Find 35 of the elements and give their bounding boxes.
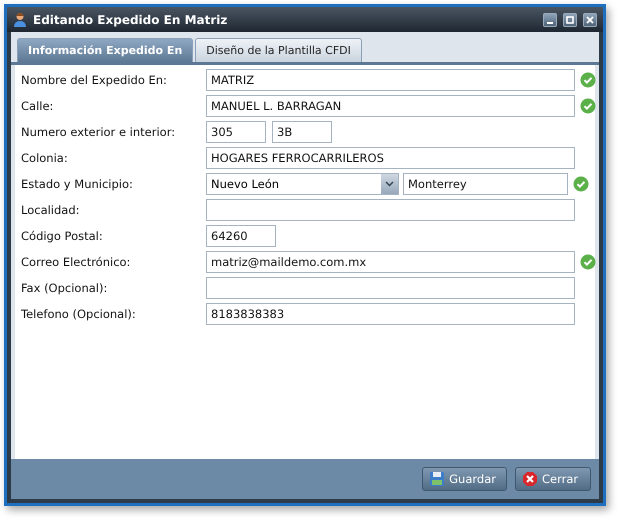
maximize-icon	[566, 16, 574, 24]
field-label: Colonia:	[21, 151, 69, 165]
save-button[interactable]: Guardar	[422, 467, 507, 491]
field-label: Correo Electrónico:	[21, 255, 132, 269]
input-field[interactable]: MATRIZ	[206, 69, 575, 91]
input-field[interactable]: 8183838383	[206, 303, 575, 325]
close-button[interactable]: Cerrar	[515, 467, 591, 491]
tab[interactable]: Diseño de la Plantilla CFDI	[195, 38, 362, 62]
input-field[interactable]: Monterrey	[403, 173, 568, 195]
field-label: Fax (Opcional):	[21, 281, 108, 295]
field-label: Numero exterior e interior:	[21, 125, 176, 139]
caret-icon	[385, 181, 394, 187]
field-label: Telefono (Opcional):	[21, 307, 137, 321]
close-button[interactable]	[583, 12, 597, 26]
minimize-icon	[547, 22, 553, 24]
field-label: Estado y Municipio:	[21, 177, 134, 191]
input-field[interactable]	[206, 277, 575, 299]
input-field[interactable]: HOGARES FERROCARRILEROS	[206, 147, 575, 169]
close-icon	[522, 471, 538, 487]
input-field[interactable]	[206, 199, 575, 221]
close-icon	[586, 16, 594, 24]
field-label: Código Postal:	[21, 229, 104, 243]
window-title: Editando Expedido En Matriz	[33, 12, 228, 26]
input-field[interactable]: 3B	[272, 121, 332, 143]
user-icon	[13, 12, 27, 27]
input-field[interactable]: matriz@maildemo.com.mx	[206, 251, 575, 273]
maximize-button[interactable]	[563, 12, 577, 26]
input-field[interactable]: MANUEL L. BARRAGAN	[206, 95, 575, 117]
field-label: Calle:	[21, 99, 54, 113]
dropdown[interactable]: Nuevo León	[206, 173, 399, 195]
input-field[interactable]: 305	[206, 121, 266, 143]
field-label: Localidad:	[21, 203, 81, 217]
minimize-button[interactable]	[543, 12, 557, 26]
input-field[interactable]: 64260	[206, 225, 276, 247]
field-label: Nombre del Expedido En:	[21, 73, 168, 87]
